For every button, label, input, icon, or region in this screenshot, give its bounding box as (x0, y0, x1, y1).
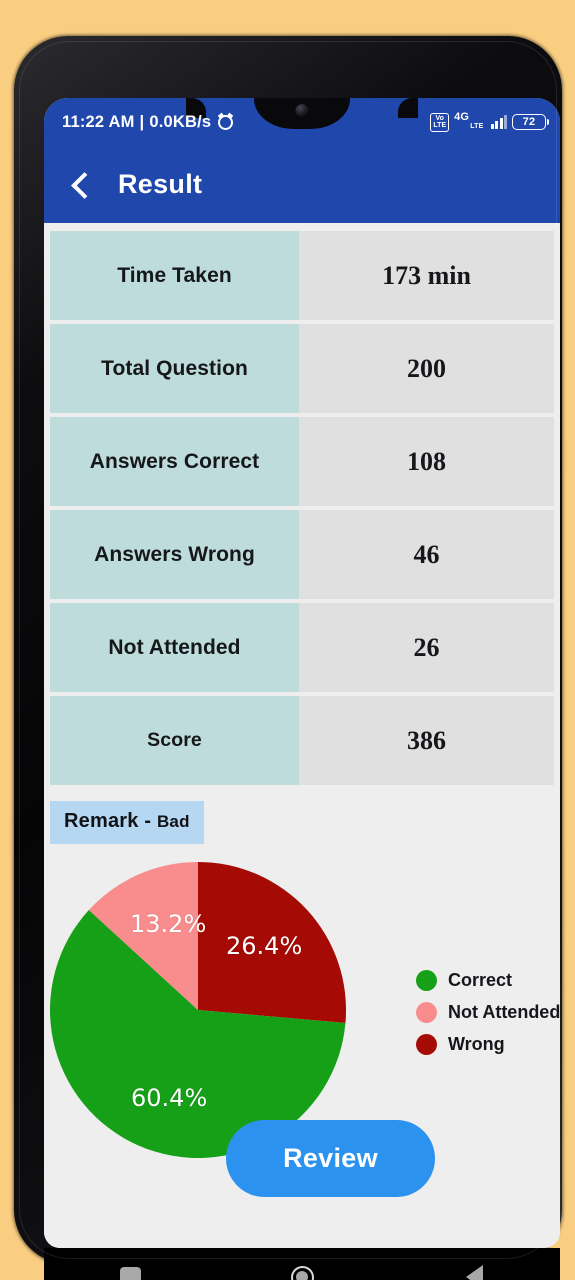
legend-item-wrong: Wrong (416, 1028, 560, 1060)
pie-slice-label-correct: 60.4% (131, 1084, 208, 1112)
notch-wing-right (398, 98, 418, 118)
row-value-not-attended: 26 (299, 603, 554, 692)
signal-strength-icon (490, 115, 507, 129)
row-label-total-question: Total Question (50, 324, 299, 413)
legend-color-dot (416, 969, 437, 991)
triangle-left-icon[interactable] (444, 1257, 504, 1280)
row-value-time-taken: 173 min (299, 231, 554, 320)
legend-color-dot (416, 1033, 437, 1055)
row-value-total-question: 200 (299, 324, 554, 413)
status-time: 11:22 AM (62, 112, 135, 131)
square-icon[interactable] (100, 1257, 160, 1280)
row-value-answers-wrong: 46 (299, 510, 554, 599)
table-row: Answers Correct 108 (50, 417, 554, 506)
chart-legend: Correct Not Attended Wrong (416, 964, 560, 1060)
result-table: Time Taken 173 min Total Question 200 An… (44, 223, 560, 785)
table-row: Answers Wrong 46 (50, 510, 554, 599)
result-pie-chart: 26.4% 13.2% 60.4% (49, 862, 346, 1158)
row-label-answers-wrong: Answers Wrong (50, 510, 299, 599)
table-row: Total Question 200 (50, 324, 554, 413)
network-type-label: 4G (454, 111, 470, 123)
pie-slice-label-wrong: 26.4% (226, 932, 303, 960)
row-label-not-attended: Not Attended (50, 603, 299, 692)
page-title: Result (118, 169, 203, 199)
status-separator: | (139, 112, 145, 131)
camera-notch (254, 98, 350, 129)
status-data-speed: 0.0KB/s (149, 112, 212, 131)
remark-label: Remark - (64, 810, 157, 832)
row-value-score: 386 (299, 696, 554, 785)
row-label-time-taken: Time Taken (50, 231, 299, 320)
table-row: Time Taken 173 min (50, 231, 554, 320)
alarm-icon (218, 114, 234, 130)
result-content: Time Taken 173 min Total Question 200 An… (44, 223, 560, 1248)
app-bar: Result (44, 146, 560, 223)
status-bar-right: Vo LTE 4G LTE 72 (430, 111, 549, 132)
legend-item-not-attended: Not Attended (416, 996, 560, 1028)
table-row: Score 386 (50, 696, 554, 785)
phone-frame: 11:22 AM | 0.0KB/s Vo LTE 4G LTE 72 Resu… (14, 36, 562, 1280)
chevron-left-icon[interactable] (66, 170, 96, 200)
status-bar: 11:22 AM | 0.0KB/s Vo LTE 4G LTE 72 (44, 98, 560, 146)
review-button[interactable]: Review (226, 1120, 435, 1197)
legend-item-correct: Correct (416, 964, 560, 996)
row-value-answers-correct: 108 (299, 417, 554, 506)
row-label-score: Score (50, 696, 299, 785)
pie-slice-label-not-attended: 13.2% (130, 910, 207, 938)
legend-color-dot (416, 1001, 437, 1023)
table-row: Not Attended 26 (50, 603, 554, 692)
network-sub-label: LTE (470, 122, 484, 130)
battery-percent: 72 (522, 116, 536, 128)
legend-label: Wrong (448, 1033, 505, 1054)
remark-badge: Remark - Bad (50, 801, 204, 844)
row-label-answers-correct: Answers Correct (50, 417, 299, 506)
legend-label: Not Attended (448, 1001, 560, 1022)
volte-icon: Vo LTE (430, 112, 450, 132)
circle-icon[interactable] (272, 1257, 332, 1280)
status-bar-left: 11:22 AM | 0.0KB/s (62, 112, 234, 132)
phone-screen: 11:22 AM | 0.0KB/s Vo LTE 4G LTE 72 Resu… (44, 98, 560, 1248)
volte-line-2: LTE (433, 122, 447, 129)
volte-line-1: Vo (435, 114, 444, 122)
chart-area: 26.4% 13.2% 60.4% Correct Not Attended W… (44, 850, 560, 1197)
legend-label: Correct (448, 969, 513, 990)
android-nav-bar (44, 1248, 560, 1280)
battery-indicator: 72 (512, 114, 549, 130)
remark-value: Bad (156, 812, 190, 831)
pie-svg (49, 862, 346, 1158)
